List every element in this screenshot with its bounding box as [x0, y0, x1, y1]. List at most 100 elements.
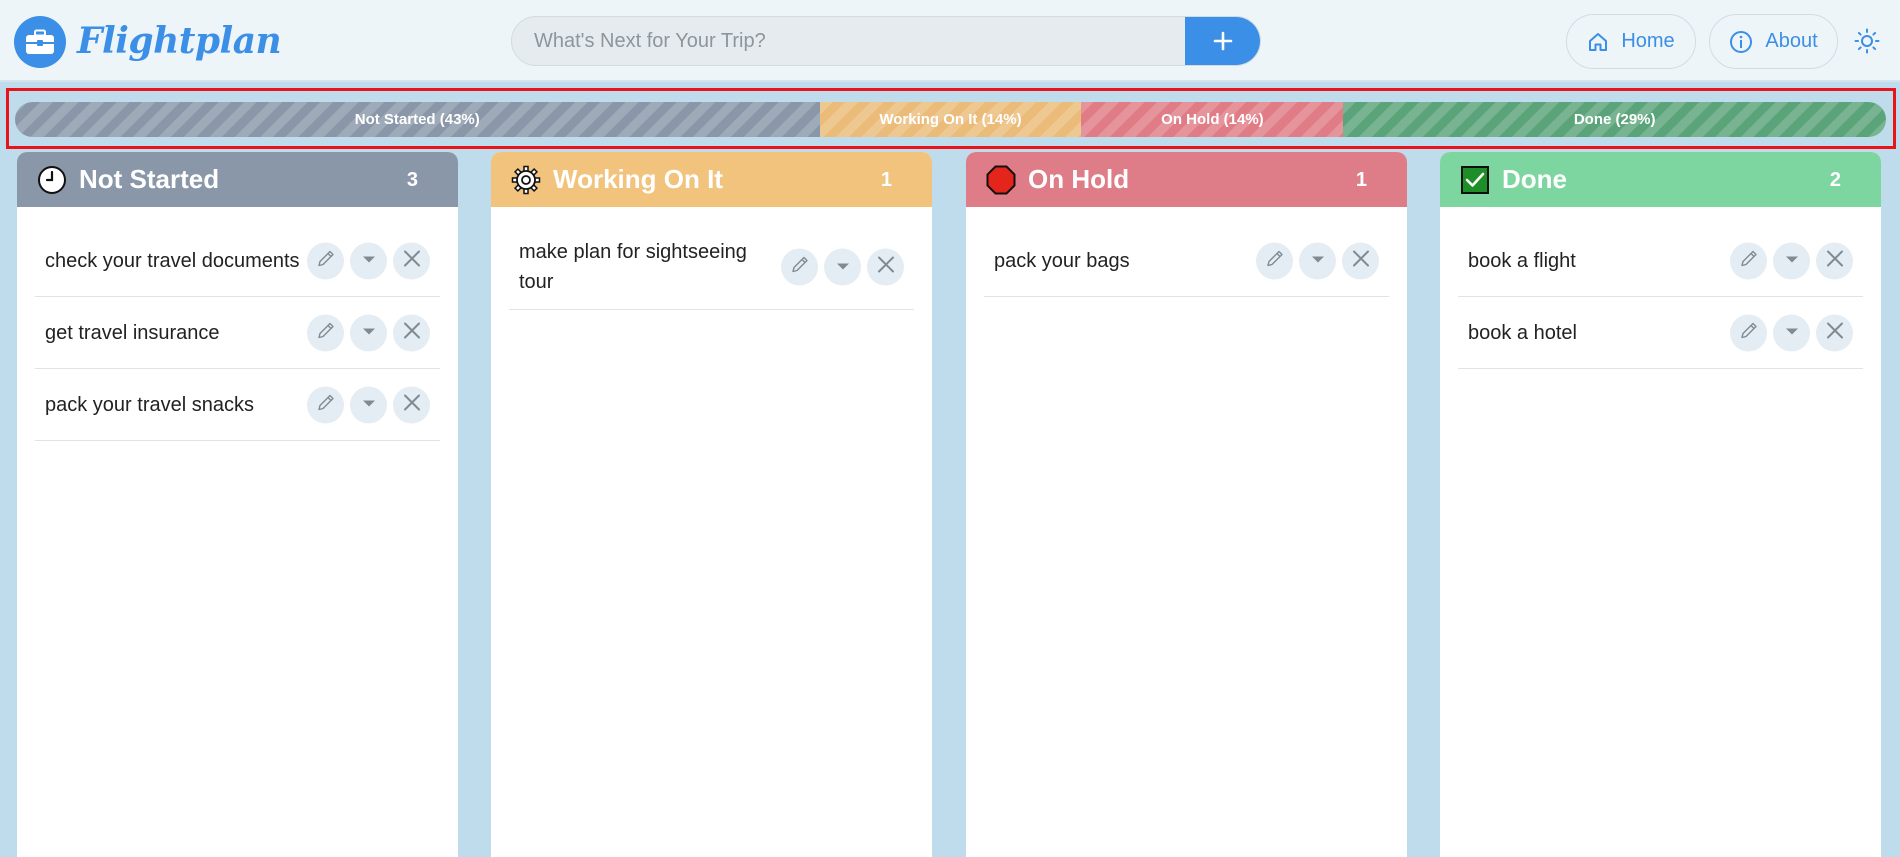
- delete-task-button[interactable]: [1816, 314, 1853, 351]
- caret-down-icon: [362, 252, 376, 270]
- task-actions: [1730, 242, 1853, 279]
- task-text: pack your travel snacks: [45, 393, 254, 416]
- theme-toggle-button[interactable]: [1852, 26, 1882, 56]
- search-bar: [511, 16, 1261, 66]
- progress-segment: Working On It (14%): [819, 102, 1082, 137]
- column-task-count: 1: [880, 169, 892, 191]
- task-text: check your travel documents: [45, 249, 300, 272]
- plus-icon: [1213, 31, 1232, 51]
- progress-segment: Done (29%): [1343, 102, 1886, 137]
- move-task-dropdown-button[interactable]: [1299, 242, 1336, 279]
- column-task-count: 3: [406, 169, 418, 191]
- edit-task-button[interactable]: [307, 386, 344, 423]
- task-item: pack your bags: [984, 225, 1389, 297]
- task-actions: [307, 314, 430, 351]
- move-task-dropdown-button[interactable]: [350, 314, 387, 351]
- column-task-list: make plan for sightseeing tour: [491, 207, 932, 310]
- task-item: check your travel documents: [35, 225, 440, 297]
- column-header: On Hold 1: [966, 152, 1407, 207]
- edit-task-button[interactable]: [1730, 314, 1767, 351]
- close-icon: [877, 256, 895, 279]
- task-item: pack your travel snacks: [35, 369, 440, 441]
- column-header: Done 2: [1440, 152, 1881, 207]
- nav-about-button[interactable]: About: [1709, 14, 1838, 69]
- column-task-list: pack your bags: [966, 207, 1407, 297]
- column-working-on-it: Working On It 1 make plan for sightseeing …: [491, 152, 932, 857]
- nav-home-label: Home: [1621, 30, 1675, 52]
- caret-down-icon: [362, 324, 376, 342]
- column-not-started: Not Started 3 check your travel documents g…: [17, 152, 458, 857]
- edit-task-button[interactable]: [1730, 242, 1767, 279]
- task-item: get travel insurance: [35, 297, 440, 369]
- edit-task-button[interactable]: [307, 314, 344, 351]
- task-item: book a flight: [1458, 225, 1863, 297]
- progress-highlight-frame: Not Started (43%) Working On It (14%) On H…: [6, 88, 1896, 149]
- move-task-dropdown-button[interactable]: [1773, 314, 1810, 351]
- task-text: get travel insurance: [45, 321, 220, 344]
- close-icon: [403, 249, 421, 272]
- task-item: make plan for sightseeing tour: [509, 225, 914, 310]
- app-logo-text: Flightplan: [77, 20, 282, 62]
- column-title: On Hold: [1028, 164, 1130, 194]
- clock-icon: [37, 165, 67, 195]
- column-task-count: 2: [1829, 169, 1841, 191]
- delete-task-button[interactable]: [867, 248, 904, 286]
- edit-task-button[interactable]: [1256, 242, 1293, 279]
- delete-task-button[interactable]: [393, 386, 430, 423]
- task-item: book a hotel: [1458, 297, 1863, 369]
- delete-task-button[interactable]: [393, 314, 430, 351]
- task-text: book a hotel: [1468, 321, 1577, 344]
- search-input[interactable]: [512, 17, 1188, 65]
- pencil-icon: [790, 255, 810, 280]
- caret-down-icon: [1311, 252, 1325, 270]
- column-task-list: check your travel documents get travel in…: [17, 207, 458, 441]
- caret-down-icon: [836, 258, 850, 276]
- move-task-dropdown-button[interactable]: [824, 248, 861, 286]
- close-icon: [1352, 249, 1370, 272]
- task-actions: [307, 386, 430, 423]
- progress-segment: On Hold (14%): [1081, 102, 1344, 137]
- caret-down-icon: [1785, 252, 1799, 270]
- pencil-icon: [1739, 248, 1759, 273]
- task-actions: [1730, 314, 1853, 351]
- info-icon: [1730, 30, 1753, 53]
- pencil-icon: [1265, 248, 1285, 273]
- move-task-dropdown-button[interactable]: [350, 242, 387, 279]
- task-actions: [307, 242, 430, 279]
- pencil-icon: [1739, 320, 1759, 345]
- pencil-icon: [316, 320, 336, 345]
- task-actions: [1256, 242, 1379, 279]
- close-icon: [403, 393, 421, 416]
- task-actions: [781, 248, 904, 286]
- home-icon: [1589, 32, 1608, 51]
- delete-task-button[interactable]: [1342, 242, 1379, 279]
- briefcase-logo-icon: [14, 16, 66, 68]
- edit-task-button[interactable]: [307, 242, 344, 279]
- column-title: Working On It: [553, 164, 723, 194]
- column-header: Working On It 1: [491, 152, 932, 207]
- column-task-list: book a flight book a hotel: [1440, 207, 1881, 369]
- move-task-dropdown-button[interactable]: [1773, 242, 1810, 279]
- task-text: pack your bags: [994, 249, 1130, 272]
- delete-task-button[interactable]: [1816, 242, 1853, 279]
- pencil-icon: [316, 392, 336, 417]
- progress-segment: Not Started (43%): [15, 102, 820, 137]
- task-text: make plan for sightseeing tour: [519, 241, 747, 293]
- nav-about-label: About: [1765, 30, 1818, 52]
- status-progress-bar: Not Started (43%) Working On It (14%) On H…: [15, 102, 1886, 137]
- caret-down-icon: [362, 396, 376, 414]
- column-title: Done: [1502, 164, 1567, 194]
- sun-icon: [1854, 28, 1880, 54]
- header: Flightplan Home About: [0, 0, 1900, 82]
- caret-down-icon: [1785, 324, 1799, 342]
- move-task-dropdown-button[interactable]: [350, 386, 387, 423]
- close-icon: [1826, 321, 1844, 344]
- nav-home-button[interactable]: Home: [1566, 14, 1696, 69]
- close-icon: [403, 321, 421, 344]
- column-task-count: 1: [1355, 169, 1367, 191]
- add-task-button[interactable]: [1185, 17, 1260, 65]
- column-done: Done 2 book a flight book a hotel: [1440, 152, 1881, 857]
- edit-task-button[interactable]: [781, 248, 818, 286]
- column-on-hold: On Hold 1 pack your bags: [966, 152, 1407, 857]
- delete-task-button[interactable]: [393, 242, 430, 279]
